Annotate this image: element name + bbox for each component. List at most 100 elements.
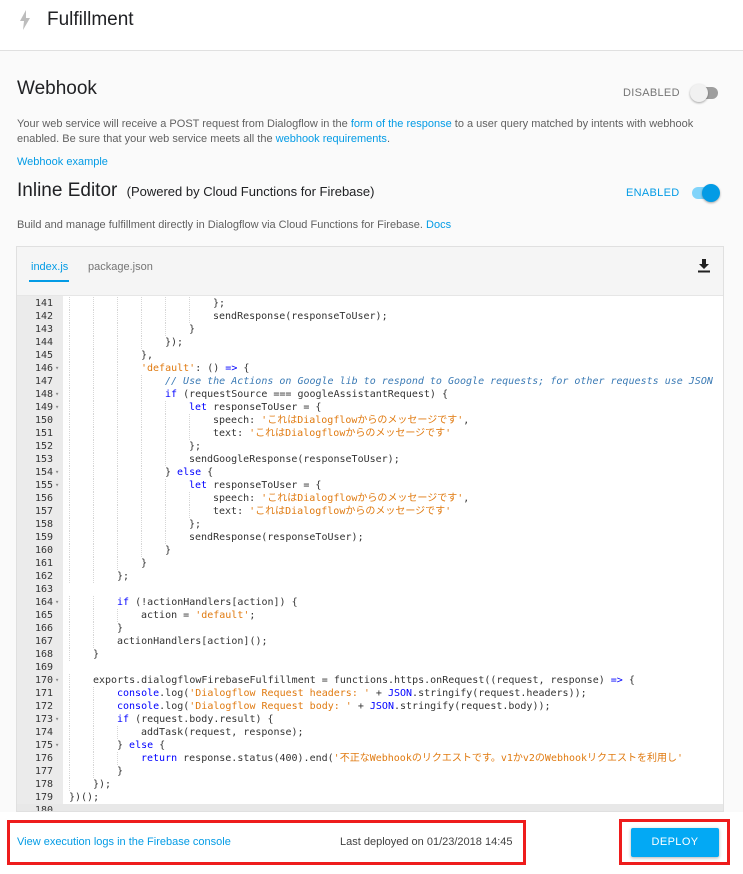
indent-guide <box>189 427 190 440</box>
indent-guide <box>93 323 94 336</box>
code-line[interactable]: 157 text: 'これはDialogflowからのメッセージです' <box>17 505 723 518</box>
download-icon[interactable] <box>697 259 711 273</box>
fold-arrow-icon[interactable]: ▾ <box>55 362 59 375</box>
indent-guide <box>69 726 70 739</box>
code-line[interactable]: 149 ▾ let responseToUser = { <box>17 401 723 414</box>
code-line[interactable]: 159 sendResponse(responseToUser); <box>17 531 723 544</box>
inline-editor-title: Inline Editor (Powered by Cloud Function… <box>17 180 374 202</box>
indent-guide <box>93 531 94 544</box>
code-text: } <box>165 545 172 556</box>
tab-index-js[interactable]: index.js <box>31 261 68 273</box>
code-line[interactable]: 173 ▾ if (request.body.result) { <box>17 713 723 726</box>
line-number: 180 <box>34 805 53 811</box>
code-line[interactable]: 171 console.log('Dialogflow Request heade… <box>17 687 723 700</box>
code-line[interactable]: 151 text: 'これはDialogflowからのメッセージです' <box>17 427 723 440</box>
line-number: 152 <box>34 441 53 452</box>
indent-guide <box>93 518 94 531</box>
line-number: 164 <box>34 597 53 608</box>
code-line[interactable]: 156 speech: 'これはDialogflowからのメッセージです', <box>17 492 723 505</box>
code-line[interactable]: 141}; <box>17 297 723 310</box>
indent-guide <box>117 349 118 362</box>
fold-arrow-icon[interactable]: ▾ <box>55 466 59 479</box>
indent-guide <box>165 505 166 518</box>
code-line[interactable]: 160} <box>17 544 723 557</box>
line-number: 163 <box>34 584 53 595</box>
indent-guide <box>69 687 70 700</box>
webhook-toggle[interactable] <box>690 83 720 103</box>
indent-guide <box>93 375 94 388</box>
inline-editor-toggle[interactable] <box>690 183 720 203</box>
code-line[interactable]: 178}); <box>17 778 723 791</box>
code-line[interactable]: 180 <box>17 804 723 811</box>
fold-arrow-icon[interactable]: ▾ <box>55 479 59 492</box>
code-line[interactable]: 168} <box>17 648 723 661</box>
code-line[interactable]: 153 sendGoogleResponse(responseToUser); <box>17 453 723 466</box>
indent-guide <box>93 739 94 752</box>
indent-guide <box>69 323 70 336</box>
indent-guide <box>93 726 94 739</box>
code-line[interactable]: 147 // Use the Actions on Google lib to r… <box>17 375 723 388</box>
code-line[interactable]: 166} <box>17 622 723 635</box>
code-area[interactable]: 141}; 142 sendResponse(responseToUser); 143… <box>17 296 723 811</box>
indent-guide <box>141 336 142 349</box>
code-line[interactable]: 177} <box>17 765 723 778</box>
code-line[interactable]: 142 sendResponse(responseToUser); <box>17 310 723 323</box>
code-line[interactable]: 144}); <box>17 336 723 349</box>
code-line[interactable]: 170 ▾ exports.dialogflowFirebaseFulfillmen… <box>17 674 723 687</box>
code-line[interactable]: 161} <box>17 557 723 570</box>
fold-arrow-icon[interactable]: ▾ <box>55 388 59 401</box>
indent-guide <box>93 297 94 310</box>
code-line[interactable]: 172 console.log('Dialogflow Request body:… <box>17 700 723 713</box>
line-number: 159 <box>34 532 53 543</box>
indent-guide <box>69 466 70 479</box>
deploy-button[interactable]: DEPLOY <box>631 828 719 857</box>
code-line[interactable]: 167 actionHandlers[action](); <box>17 635 723 648</box>
docs-link[interactable]: Docs <box>426 219 451 231</box>
indent-guide <box>93 349 94 362</box>
execution-logs-link[interactable]: View execution logs in the Firebase cons… <box>17 836 231 848</box>
webhook-example-link[interactable]: Webhook example <box>17 155 108 170</box>
code-text: }); <box>93 779 112 790</box>
code-line[interactable]: 164 ▾ if (!actionHandlers[action]) { <box>17 596 723 609</box>
webhook-requirements-link[interactable]: webhook requirements <box>276 133 387 145</box>
code-line[interactable]: 158}; <box>17 518 723 531</box>
code-line[interactable]: 145}, <box>17 349 723 362</box>
fold-arrow-icon[interactable]: ▾ <box>55 401 59 414</box>
code-line[interactable]: 150 speech: 'これはDialogflowからのメッセージです', <box>17 414 723 427</box>
code-line[interactable]: 179})(); <box>17 791 723 804</box>
fold-arrow-icon[interactable]: ▾ <box>55 596 59 609</box>
code-text: }; <box>189 519 202 530</box>
line-number: 143 <box>34 324 53 335</box>
indent-guide <box>69 700 70 713</box>
indent-guide <box>117 427 118 440</box>
indent-guide <box>141 440 142 453</box>
code-line[interactable]: 162}; <box>17 570 723 583</box>
indent-guide <box>141 401 142 414</box>
form-of-response-link[interactable]: form of the response <box>351 118 452 130</box>
line-number: 147 <box>34 376 53 387</box>
indent-guide <box>69 362 70 375</box>
indent-guide <box>141 492 142 505</box>
indent-guide <box>93 700 94 713</box>
code-line[interactable]: 148 ▾ if (requestSource === googleAssistan… <box>17 388 723 401</box>
fold-arrow-icon[interactable]: ▾ <box>55 674 59 687</box>
code-line[interactable]: 155 ▾ let responseToUser = { <box>17 479 723 492</box>
code-line[interactable]: 143} <box>17 323 723 336</box>
code-line[interactable]: 174 addTask(request, response); <box>17 726 723 739</box>
code-line[interactable]: 176 return response.status(400).end('不正なW… <box>17 752 723 765</box>
code-line[interactable]: 169 <box>17 661 723 674</box>
code-line[interactable]: 146 ▾ 'default': () => { <box>17 362 723 375</box>
code-line[interactable]: 154 ▾} else { <box>17 466 723 479</box>
tab-package-json[interactable]: package.json <box>88 261 153 273</box>
indent-guide <box>141 323 142 336</box>
code-text: text: 'これはDialogflowからのメッセージです' <box>213 428 452 439</box>
code-line[interactable]: 175 ▾} else { <box>17 739 723 752</box>
line-number: 167 <box>34 636 53 647</box>
fold-arrow-icon[interactable]: ▾ <box>55 739 59 752</box>
fold-arrow-icon[interactable]: ▾ <box>55 713 59 726</box>
indent-guide <box>93 453 94 466</box>
code-line[interactable]: 165 action = 'default'; <box>17 609 723 622</box>
code-line[interactable]: 163 <box>17 583 723 596</box>
last-deployed-text: Last deployed on 01/23/2018 14:45 <box>340 836 513 848</box>
code-line[interactable]: 152}; <box>17 440 723 453</box>
